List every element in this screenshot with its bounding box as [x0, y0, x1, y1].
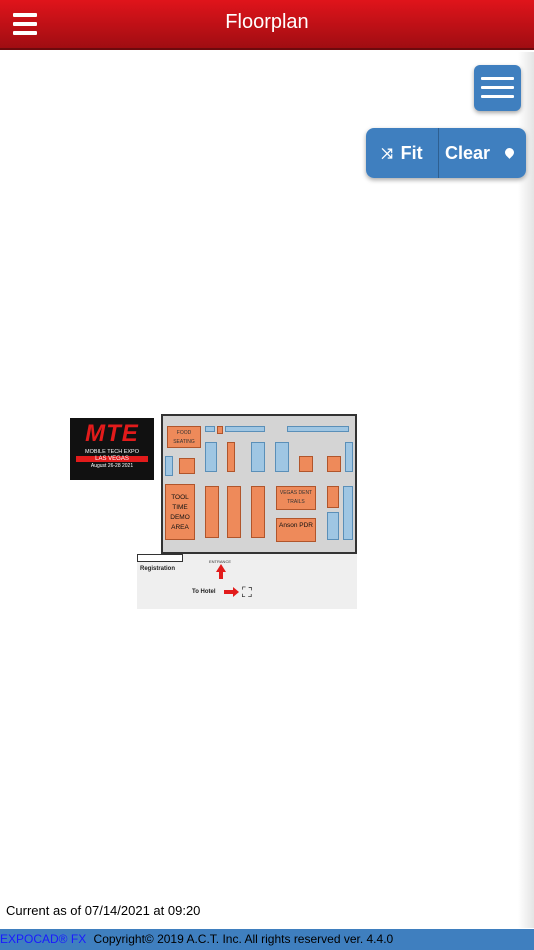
footer-bar: EXPOCAD® FX Copyright© 2019 A.C.T. Inc. …: [0, 929, 534, 950]
fit-icon: ⤨: [381, 144, 393, 161]
booth[interactable]: [299, 456, 313, 472]
booth[interactable]: [179, 458, 195, 474]
booth-anson-pdr[interactable]: Anson PDR: [276, 518, 316, 542]
app-header: Floorplan: [0, 0, 534, 50]
hotel-arrow-icon: [224, 587, 239, 597]
copyright-text: Copyright© 2019 A.C.T. Inc. All rights r…: [93, 932, 394, 946]
booth[interactable]: [217, 426, 223, 434]
booth-food-seating[interactable]: FOOD SEATING: [167, 426, 201, 448]
booth[interactable]: [275, 442, 289, 472]
scroll-shadow: [518, 52, 534, 928]
booth[interactable]: [345, 442, 353, 472]
booth[interactable]: [227, 442, 235, 472]
escalator-icon: ⛶: [242, 584, 252, 600]
list-menu-button[interactable]: [474, 65, 521, 111]
registration-desk: [137, 554, 183, 562]
booth[interactable]: [205, 442, 217, 472]
map-controls: ⤨ Fit Clear: [366, 128, 526, 178]
booth[interactable]: [165, 456, 173, 476]
booth[interactable]: [251, 442, 265, 472]
fit-label: Fit: [400, 142, 423, 163]
registration-label: Registration: [140, 566, 176, 572]
floorplan-map[interactable]: MTE MOBILE TECH EXPO LAS VEGAS August 26…: [70, 414, 360, 614]
booth-vegas-dent[interactable]: VEGAS DENT TRAILS: [276, 486, 316, 510]
clear-label: Clear: [445, 142, 491, 163]
booth[interactable]: [327, 486, 339, 508]
list-icon: [481, 77, 514, 80]
clear-button[interactable]: Clear: [439, 128, 526, 178]
exhibit-hall: FOOD SEATING TOOL TIME DEMO AREA VEGAS D…: [161, 414, 357, 554]
booth[interactable]: [327, 512, 339, 540]
hotel-label: To Hotel: [192, 589, 216, 595]
event-logo: MTE MOBILE TECH EXPO LAS VEGAS August 26…: [70, 418, 154, 480]
booth[interactable]: [251, 486, 265, 538]
booth[interactable]: [287, 426, 349, 432]
booth[interactable]: [225, 426, 265, 432]
expocad-link[interactable]: EXPOCAD® FX: [0, 932, 86, 946]
booth[interactable]: [205, 486, 219, 538]
booth[interactable]: [227, 486, 241, 538]
page-title: Floorplan: [225, 11, 309, 33]
map-pin-icon: [503, 146, 516, 159]
fit-button[interactable]: ⤨ Fit: [366, 128, 439, 178]
booth[interactable]: [343, 486, 353, 540]
booth[interactable]: [205, 426, 215, 432]
last-updated: Current as of 07/14/2021 at 09:20: [6, 903, 201, 918]
booth-tool-time[interactable]: TOOL TIME DEMO AREA: [165, 484, 195, 540]
booth[interactable]: [327, 456, 341, 472]
